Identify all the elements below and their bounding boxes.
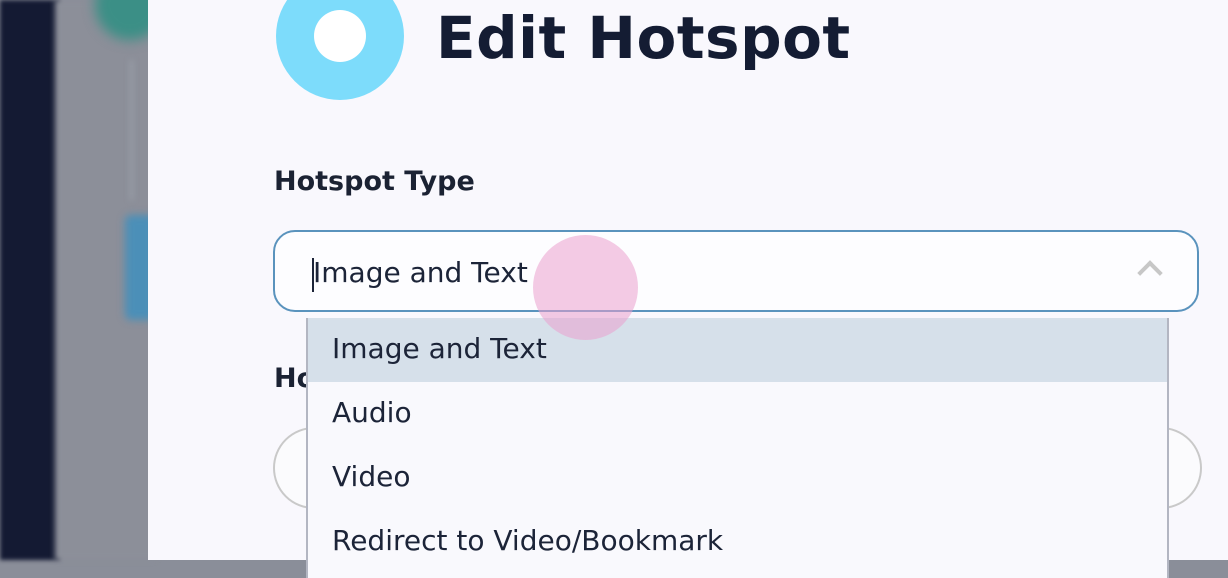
hotspot-type-dropdown: Image and Text Audio Video Redirect to V… (306, 318, 1169, 578)
page-title: Edit Hotspot (436, 4, 851, 72)
background-sidebar (0, 0, 60, 560)
option-image-and-text[interactable]: Image and Text (308, 318, 1167, 382)
background-divider (130, 60, 133, 200)
hotspot-type-select[interactable]: Image and Text (273, 230, 1199, 312)
hotspot-type-selected-value: Image and Text (313, 256, 528, 289)
option-label: Audio (332, 396, 412, 429)
chevron-up-icon[interactable] (1137, 260, 1163, 286)
option-audio[interactable]: Audio (308, 382, 1167, 446)
hotspot-type-label: Hotspot Type (274, 166, 475, 197)
option-redirect-to-video-bookmark[interactable]: Redirect to Video/Bookmark (308, 510, 1167, 574)
option-label: Redirect to Video/Bookmark (332, 524, 724, 557)
option-video[interactable]: Video (308, 446, 1167, 510)
touch-indicator (533, 235, 638, 340)
option-label: Image and Text (332, 332, 547, 365)
option-label: Video (332, 460, 411, 493)
